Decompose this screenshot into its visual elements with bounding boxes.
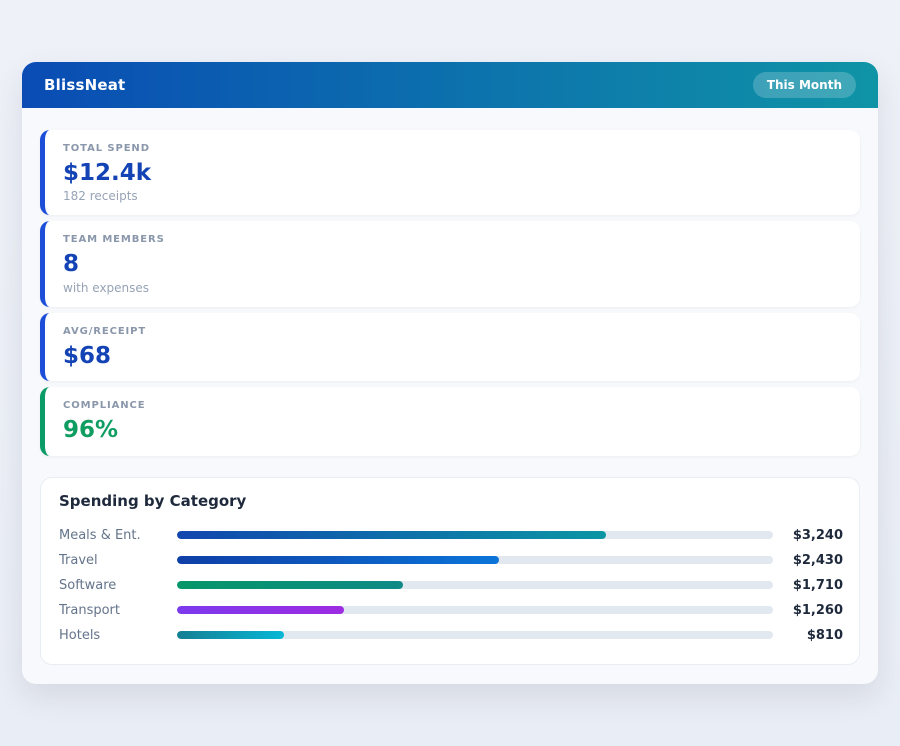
- bar-fill-software: [177, 581, 403, 589]
- stat-card-total-spend: TOTAL SPEND $12.4k 182 receipts: [40, 130, 860, 215]
- bar-track: [177, 531, 773, 539]
- stat-card-avg-receipt: AVG/RECEIPT $68: [40, 313, 860, 381]
- stat-label: TEAM MEMBERS: [63, 234, 842, 245]
- app-header: BlissNeat This Month: [22, 62, 878, 108]
- bar-fill-hotels: [177, 631, 284, 639]
- bar-fill-transport: [177, 606, 344, 614]
- panel-body: TOTAL SPEND $12.4k 182 receipts TEAM MEM…: [22, 108, 878, 665]
- stat-label: COMPLIANCE: [63, 400, 842, 411]
- chart-row-software: Software $1,710: [59, 573, 843, 598]
- bar-track: [177, 556, 773, 564]
- stat-value: $68: [63, 343, 842, 369]
- chart-row-transport: Transport $1,260: [59, 598, 843, 623]
- stat-value: 96%: [63, 417, 842, 443]
- category-value: $2,430: [785, 553, 843, 568]
- stat-card-compliance: COMPLIANCE 96%: [40, 387, 860, 455]
- app-title: BlissNeat: [44, 76, 125, 94]
- chart-title: Spending by Category: [59, 492, 843, 510]
- category-value: $1,260: [785, 603, 843, 618]
- bar-fill-meals: [177, 531, 606, 539]
- bar-fill-travel: [177, 556, 499, 564]
- stat-label: AVG/RECEIPT: [63, 326, 842, 337]
- category-label: Software: [59, 578, 177, 593]
- category-label: Hotels: [59, 628, 177, 643]
- chart-row-meals: Meals & Ent. $3,240: [59, 523, 843, 548]
- stat-value: $12.4k: [63, 160, 842, 186]
- stat-label: TOTAL SPEND: [63, 143, 842, 154]
- spending-by-category-card: Spending by Category Meals & Ent. $3,240…: [40, 477, 860, 665]
- chart-row-travel: Travel $2,430: [59, 548, 843, 573]
- bar-track: [177, 581, 773, 589]
- category-label: Travel: [59, 553, 177, 568]
- category-value: $1,710: [785, 578, 843, 593]
- stat-sublabel: with expenses: [63, 281, 842, 295]
- stat-value: 8: [63, 251, 842, 277]
- bar-track: [177, 606, 773, 614]
- category-label: Meals & Ent.: [59, 528, 177, 543]
- period-badge[interactable]: This Month: [753, 72, 856, 98]
- category-label: Transport: [59, 603, 177, 618]
- category-value: $810: [785, 628, 843, 643]
- stat-sublabel: 182 receipts: [63, 189, 842, 203]
- stat-card-team-members: TEAM MEMBERS 8 with expenses: [40, 221, 860, 306]
- dashboard-panel: BlissNeat This Month TOTAL SPEND $12.4k …: [22, 62, 878, 684]
- bar-track: [177, 631, 773, 639]
- category-value: $3,240: [785, 528, 843, 543]
- chart-row-hotels: Hotels $810: [59, 623, 843, 648]
